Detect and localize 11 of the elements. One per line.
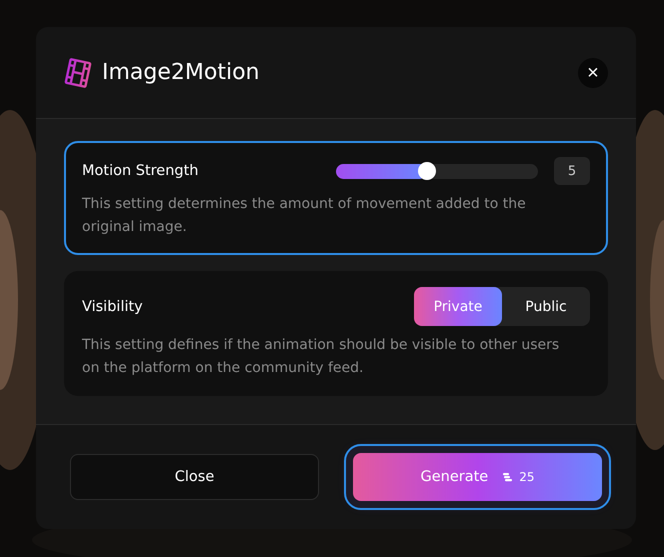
generate-button[interactable]: Generate 25 xyxy=(353,453,602,501)
setting-description: This setting determines the amount of movement added to the original image. xyxy=(82,195,527,237)
close-icon[interactable]: × xyxy=(578,58,608,88)
value-field[interactable]: 5 xyxy=(554,157,590,185)
setting-label: Motion Strength xyxy=(82,163,198,179)
close-button[interactable]: Close xyxy=(70,454,319,500)
dialog-title: Image2Motion xyxy=(102,60,260,85)
setting-description: This setting defines if the animation should be visible to other users on the platform on the community feed. xyxy=(82,336,560,378)
visibility-option[interactable]: Public xyxy=(502,287,590,326)
visibility-option[interactable]: Private xyxy=(414,287,502,326)
setting-label: Visibility xyxy=(82,298,143,314)
